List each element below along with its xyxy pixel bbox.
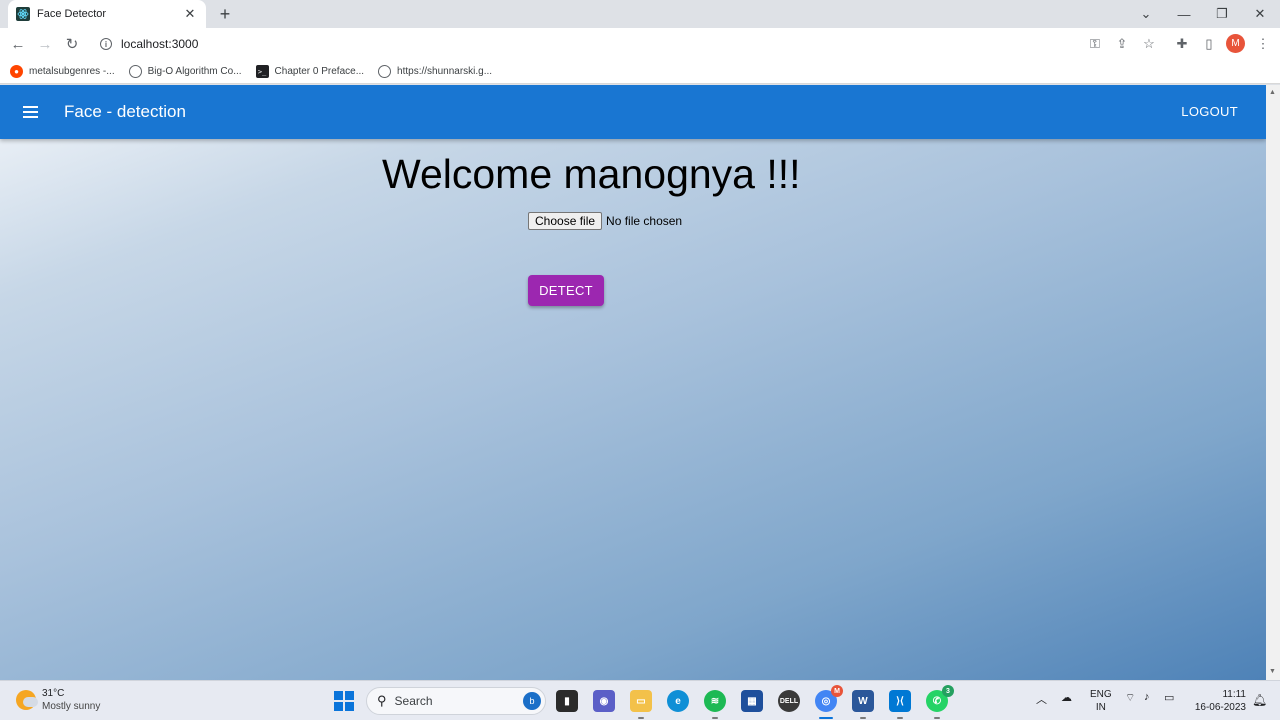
task-view-icon[interactable]: ▮ [556,690,578,712]
globe-icon [378,65,392,78]
dell-icon[interactable]: DELL [778,690,800,712]
spotify-icon[interactable]: ≋ [704,690,726,712]
weather-temperature: 31°C [42,688,65,699]
scroll-up-icon[interactable]: ▲ [1269,89,1276,96]
language-code: ENG [1090,689,1112,700]
bookmark-item[interactable]: Big-O Algorithm Co... [128,65,242,78]
hamburger-menu-icon[interactable] [18,100,42,124]
globe-icon [128,65,142,78]
running-indicator [638,717,644,719]
tab-strip: Face Detector ✕ + ⌄ — ❐ ✕ [0,0,1280,28]
taskbar-search[interactable]: ⚲ Search b [366,687,546,715]
running-indicator [934,717,940,719]
bookmarks-bar: ● metalsubgenres -... Big-O Algorithm Co… [0,60,1280,84]
reload-button[interactable]: ↻ [60,32,84,56]
bookmark-item[interactable]: ● metalsubgenres -... [10,65,115,78]
key-icon[interactable]: ⚿ [1085,34,1105,54]
new-tab-button[interactable]: + [215,4,235,24]
welcome-heading: Welcome manognya !!! [382,151,801,197]
profile-avatar[interactable]: M [1226,34,1245,53]
word-icon[interactable]: W [852,690,874,712]
search-label: Search [394,694,433,708]
bookmark-item[interactable]: https://shunnarski.g... [378,65,492,78]
chrome-icon[interactable]: ◎ M [815,685,843,712]
windows-start-icon[interactable] [334,691,354,711]
logout-button[interactable]: LOGOUT [1181,104,1238,119]
more-menu-icon[interactable]: ⋮ [1253,34,1273,54]
bing-icon[interactable]: b [523,692,541,710]
close-window-button[interactable]: ✕ [1242,0,1278,28]
address-bar[interactable]: i localhost:3000 [92,31,1162,57]
bookmark-item[interactable]: >_ Chapter 0 Preface... [255,65,365,78]
app-title: Face - detection [64,102,186,121]
react-icon [16,7,30,21]
wifi-icon[interactable]: ⌔ [1125,691,1135,705]
show-hidden-icons[interactable]: ︿ [1036,691,1047,707]
side-panel-icon[interactable]: ▯ [1199,34,1219,54]
notification-bell-icon[interactable]: 🔔︎ [1252,693,1267,707]
active-indicator [819,717,833,719]
scroll-down-icon[interactable]: ▼ [1269,668,1276,675]
bookmark-label: https://shunnarski.g... [397,66,493,77]
page-scrollbar[interactable] [1266,85,1280,680]
language-indicator[interactable]: ENG IN [1090,688,1112,714]
close-tab-icon[interactable]: ✕ [182,6,198,22]
running-indicator [860,717,866,719]
clock-date: 16-06-2023 [1194,702,1246,713]
file-status: No file chosen [606,214,683,228]
weather-condition: Mostly sunny [42,701,101,712]
tab-search-icon[interactable]: ⌄ [1128,0,1164,28]
reddit-icon: ● [10,65,23,78]
clock[interactable]: 11:11 16-06-2023 [1190,688,1246,714]
microsoft-store-icon[interactable]: ▦ [741,690,763,712]
battery-icon[interactable]: ▭ [1164,691,1174,704]
file-explorer-icon[interactable]: ▭ [630,690,652,712]
language-region: IN [1095,702,1106,713]
chrome-profile-badge: M [831,685,843,697]
bookmark-star-icon[interactable]: ☆ [1139,34,1159,54]
forward-button[interactable]: → [33,32,57,56]
edge-icon[interactable]: e [667,690,689,712]
browser-toolbar: ← → ↻ i localhost:3000 ⚿ ⇪ ☆ ✚ ▯ ⋮ [0,28,1280,60]
tab-title: Face Detector [37,8,107,20]
bookmark-label: metalsubgenres -... [29,66,115,77]
vscode-icon[interactable]: ⟩⟨ [889,690,911,712]
volume-icon[interactable]: ♪ [1144,691,1150,703]
tab-face-detector[interactable]: Face Detector ✕ [8,0,206,28]
app-bar: Face - detection LOGOUT [0,85,1266,139]
teams-chat-icon[interactable]: ◉ [593,690,615,712]
partly-sunny-icon [16,690,38,710]
clock-time: 11:11 [1222,689,1246,700]
choose-file-button[interactable]: Choose file [528,212,603,230]
bookmark-label: Big-O Algorithm Co... [147,66,242,77]
bookmark-label: Chapter 0 Preface... [274,66,365,77]
whatsapp-badge: 3 [942,685,954,697]
whatsapp-icon[interactable]: ✆ 3 [926,685,954,712]
minimize-button[interactable]: — [1166,0,1202,28]
address-url: localhost:3000 [121,37,199,51]
taskbar: 31°C Mostly sunny ⚲ Search b ▮ ◉ ▭ e ≋ ▦… [0,680,1280,720]
weather-widget[interactable]: 31°C Mostly sunny [16,687,100,713]
back-button[interactable]: ← [6,32,30,56]
detect-button[interactable]: DETECT [528,275,604,306]
page-viewport: Face - detection LOGOUT Welcome manognya… [0,85,1266,680]
onedrive-icon[interactable]: ☁ [1061,691,1072,704]
running-indicator [897,717,903,719]
running-indicator [712,717,718,719]
site-info-icon[interactable]: i [100,38,112,50]
extensions-icon[interactable]: ✚ [1172,34,1192,54]
file-input: Choose file No file chosen [528,212,682,230]
terminal-icon: >_ [255,65,269,78]
search-icon: ⚲ [377,693,387,708]
maximize-button[interactable]: ❐ [1204,0,1240,28]
share-icon[interactable]: ⇪ [1112,34,1132,54]
